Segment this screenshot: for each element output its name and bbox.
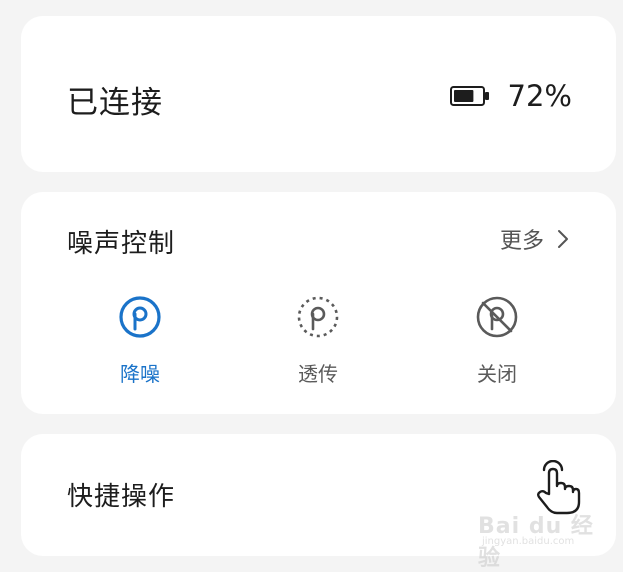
battery-percentage: 72%: [507, 79, 572, 113]
transparency-icon: [297, 296, 339, 338]
anc-icon: [119, 296, 161, 338]
mode-label-noise-cancelling: 降噪: [120, 362, 160, 386]
baidu-jingyan-watermark: Bai du 经验 jingyan.baidu.com: [472, 502, 602, 571]
noise-off-icon: [476, 296, 518, 338]
mode-label-off: 关闭: [477, 362, 517, 386]
more-button[interactable]: 更多: [500, 223, 570, 255]
connection-status-text: 已连接: [67, 85, 163, 121]
mode-noise-cancelling[interactable]: 降噪: [95, 294, 185, 387]
watermark-url: jingyan.baidu.com: [482, 536, 575, 547]
more-label: 更多: [499, 229, 544, 254]
mode-label-transparency: 透传: [298, 362, 338, 386]
mode-transparency[interactable]: 透传: [273, 294, 363, 387]
battery-indicator: 72%: [449, 79, 572, 113]
battery-icon: [449, 86, 489, 106]
mode-off[interactable]: 关闭: [452, 294, 542, 387]
chevron-right-icon: [558, 230, 568, 248]
noise-control-card: 噪声控制 更多 降噪 透传 关闭: [21, 192, 616, 414]
connection-status-card: 已连接 72%: [21, 16, 616, 172]
noise-control-title: 噪声控制: [67, 229, 176, 259]
quick-actions-title: 快捷操作: [67, 482, 176, 512]
